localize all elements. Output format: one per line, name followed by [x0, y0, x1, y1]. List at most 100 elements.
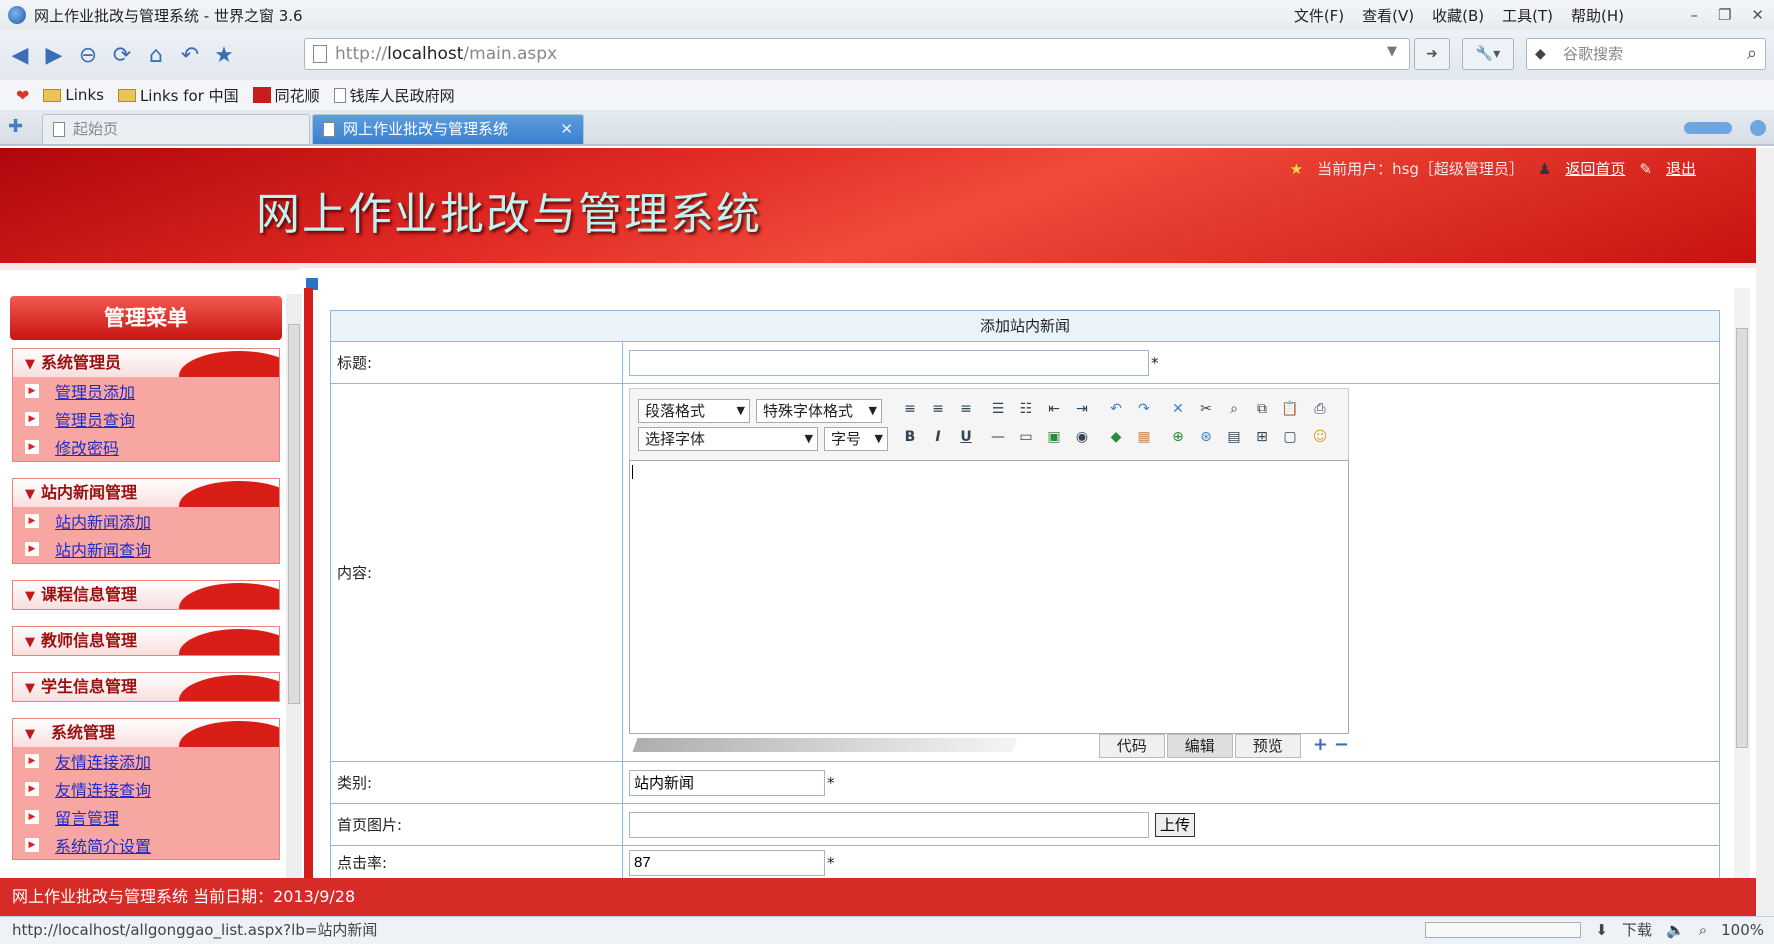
- splitter-bar[interactable]: [304, 288, 313, 922]
- indent-icon[interactable]: ⇥: [1072, 399, 1092, 419]
- menu-item[interactable]: ▶ 站内新闻查询: [13, 535, 279, 563]
- menu-group-header[interactable]: ▼ 系统管理员: [13, 349, 279, 377]
- bookmark-tonghuashun[interactable]: 同花顺: [252, 85, 320, 106]
- tools-button[interactable]: 🔧▾: [1462, 38, 1514, 70]
- refresh-icon[interactable]: ⟳: [108, 41, 136, 69]
- paste-icon[interactable]: 📋: [1280, 399, 1300, 419]
- copy-icon[interactable]: ⧉: [1252, 399, 1272, 419]
- menu-file[interactable]: 文件(F): [1294, 5, 1344, 26]
- numbered-list-icon[interactable]: ☷: [1016, 399, 1036, 419]
- home-link[interactable]: 返回首页: [1565, 158, 1625, 179]
- font-size-select[interactable]: 字号 ▼: [824, 427, 888, 451]
- menu-link-friendlink-query[interactable]: 友情连接查询: [55, 777, 151, 801]
- zoom-icon[interactable]: ⌕: [1699, 917, 1707, 943]
- emoticon-icon[interactable]: ☺: [1310, 427, 1330, 447]
- code-mode-tab[interactable]: 代码: [1098, 734, 1165, 758]
- page-layout-icon[interactable]: ▢: [1280, 427, 1300, 447]
- close-icon[interactable]: ✕: [1751, 6, 1764, 24]
- align-right-icon[interactable]: ≡: [956, 399, 976, 419]
- scrollbar-thumb[interactable]: [288, 324, 300, 704]
- align-left-icon[interactable]: ≡: [900, 399, 920, 419]
- insert-table-icon[interactable]: ▦: [1134, 427, 1154, 447]
- insert-special-icon[interactable]: ⊕: [1168, 427, 1188, 447]
- search-input[interactable]: ◆ 谷歌搜索 ⌕: [1526, 38, 1766, 70]
- restore-icon[interactable]: ❐: [1718, 6, 1731, 24]
- menu-item[interactable]: ▶ 友情连接添加: [13, 747, 279, 775]
- menu-link-news-query[interactable]: 站内新闻查询: [55, 537, 151, 561]
- plus-icon[interactable]: +: [1313, 734, 1328, 758]
- underline-icon[interactable]: U: [956, 427, 976, 447]
- tab-menu-icon[interactable]: [1750, 120, 1766, 136]
- grid-icon[interactable]: ▤: [1224, 427, 1244, 447]
- stop-icon[interactable]: ⊖: [74, 41, 102, 69]
- menu-group-header[interactable]: ▼ 课程信息管理: [13, 581, 279, 609]
- insert-image-icon[interactable]: ▣: [1044, 427, 1064, 447]
- category-input[interactable]: [629, 769, 825, 796]
- menu-view[interactable]: 查看(V): [1362, 5, 1414, 26]
- left-menu-scrollbar[interactable]: [286, 294, 302, 918]
- bookmark-qianku-gov[interactable]: 钱库人民政府网: [333, 85, 455, 106]
- delete-icon[interactable]: ✕: [1168, 399, 1188, 419]
- italic-icon[interactable]: I: [928, 427, 948, 447]
- minus-icon[interactable]: −: [1334, 734, 1349, 758]
- menu-group-header[interactable]: ▼ 系统管理: [13, 719, 279, 747]
- menu-item[interactable]: ▶ 管理员查询: [13, 405, 279, 433]
- logout-link[interactable]: 退出: [1666, 158, 1696, 179]
- paragraph-format-select[interactable]: 段落格式 ▼: [638, 399, 750, 423]
- tab-scroll-icon[interactable]: [1684, 122, 1732, 134]
- menu-link-admin-query[interactable]: 管理员查询: [55, 407, 135, 431]
- menu-group-header[interactable]: ▼ 教师信息管理: [13, 627, 279, 655]
- insert-template-icon[interactable]: ⊞: [1252, 427, 1272, 447]
- menu-link-message-manage[interactable]: 留言管理: [55, 805, 119, 829]
- print-icon[interactable]: ⎙: [1310, 399, 1330, 419]
- upload-button[interactable]: 上传: [1155, 812, 1196, 837]
- tab-homework-system[interactable]: 网上作业批改与管理系统 ✕: [312, 114, 584, 144]
- address-bar[interactable]: http://localhost/main.aspx ▼: [304, 38, 1410, 70]
- insert-link-icon[interactable]: ⊛: [1196, 427, 1216, 447]
- insert-box-icon[interactable]: ▭: [1016, 427, 1036, 447]
- scrollbar-thumb[interactable]: [1736, 328, 1748, 748]
- title-input[interactable]: [629, 349, 1149, 376]
- editor-content-area[interactable]: [629, 460, 1349, 734]
- find-icon[interactable]: ⌕: [1224, 399, 1244, 419]
- search-engine-icon[interactable]: ◆: [1535, 39, 1546, 69]
- menu-item[interactable]: ▶ 管理员添加: [13, 377, 279, 405]
- preview-mode-tab[interactable]: 预览: [1234, 734, 1301, 758]
- page-scrollbar[interactable]: [1756, 148, 1774, 916]
- tab-start-page[interactable]: 起始页: [42, 114, 310, 144]
- volume-icon[interactable]: 🔈: [1666, 917, 1685, 943]
- menu-group-header[interactable]: ▼ 学生信息管理: [13, 673, 279, 701]
- zoom-level[interactable]: 100%: [1721, 917, 1764, 943]
- menu-group-header[interactable]: ▼ 站内新闻管理: [13, 479, 279, 507]
- favorite-star-icon[interactable]: ★: [210, 41, 238, 69]
- bullet-list-icon[interactable]: ☰: [988, 399, 1008, 419]
- menu-tools[interactable]: 工具(T): [1502, 5, 1553, 26]
- chevron-down-icon[interactable]: ▼: [1387, 44, 1397, 59]
- go-button[interactable]: ➜: [1414, 38, 1450, 70]
- menu-item[interactable]: ▶ 站内新闻添加: [13, 507, 279, 535]
- forward-icon[interactable]: ▶: [40, 41, 68, 69]
- menu-item[interactable]: ▶ 友情连接查询: [13, 775, 279, 803]
- content-scrollbar[interactable]: [1734, 288, 1750, 928]
- heart-icon[interactable]: ❤: [16, 86, 29, 105]
- menu-link-change-password[interactable]: 修改密码: [55, 435, 119, 459]
- cut-icon[interactable]: ✂: [1196, 399, 1216, 419]
- home-icon[interactable]: ⌂: [142, 41, 170, 69]
- menu-link-friendlink-add[interactable]: 友情连接添加: [55, 749, 151, 773]
- special-format-select[interactable]: 特殊字体格式 ▼: [756, 399, 882, 423]
- insert-flash-icon[interactable]: ◆: [1106, 427, 1126, 447]
- menu-help[interactable]: 帮助(H): [1571, 5, 1624, 26]
- align-center-icon[interactable]: ≡: [928, 399, 948, 419]
- font-family-select[interactable]: 选择字体 ▼: [638, 427, 818, 451]
- menu-item[interactable]: ▶ 系统简介设置: [13, 831, 279, 859]
- bookmark-links[interactable]: Links: [43, 86, 104, 104]
- back-icon[interactable]: ◀: [6, 41, 34, 69]
- bookmark-links-china[interactable]: Links for 中国: [117, 85, 239, 106]
- clicks-input[interactable]: [629, 849, 825, 876]
- menu-item[interactable]: ▶ 修改密码: [13, 433, 279, 461]
- undo-close-icon[interactable]: ↶: [176, 41, 204, 69]
- menu-link-news-add[interactable]: 站内新闻添加: [55, 509, 151, 533]
- undo-icon[interactable]: ↶: [1106, 399, 1126, 419]
- download-icon[interactable]: ⬇: [1595, 917, 1608, 943]
- bold-icon[interactable]: B: [900, 427, 920, 447]
